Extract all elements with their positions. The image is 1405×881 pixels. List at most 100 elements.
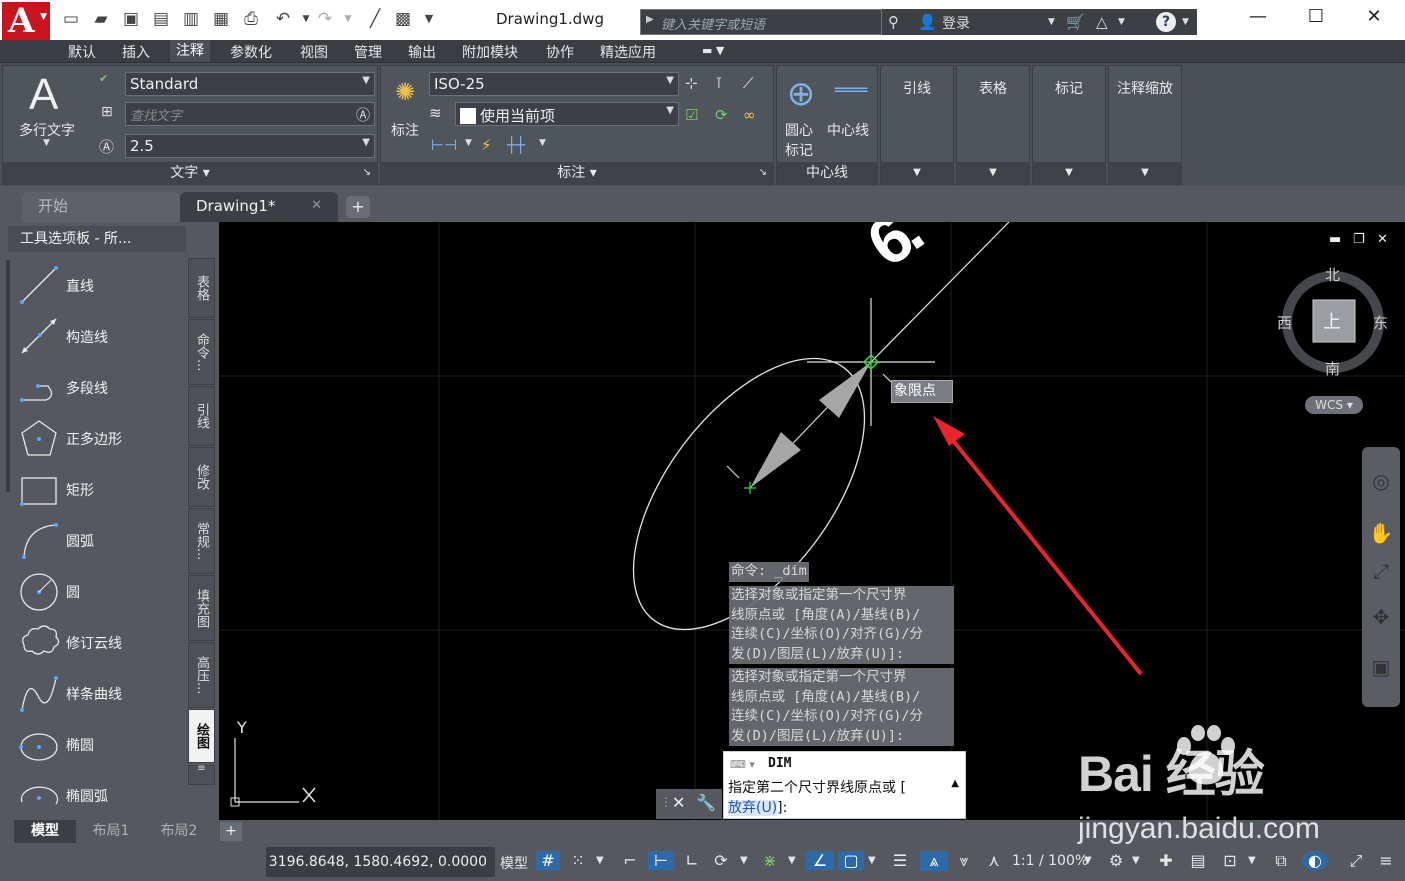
annotation-visibility-icon[interactable]: ⩓ [920,851,948,871]
scale-dropdown-icon[interactable]: ▼ [1084,855,1092,866]
workspace-icon[interactable]: ▩ [392,8,414,30]
palette-tab-hatch[interactable]: 填充图 [188,575,215,641]
model-space-button[interactable]: 模型 [500,853,528,873]
hardware-acceleration-icon[interactable]: ◐ [1302,851,1328,870]
spell-check-icon[interactable]: ✔ [99,72,108,85]
dim-update-icon[interactable]: ⟳ [715,106,728,124]
leader-panel[interactable]: 引线 ▼ [880,65,954,185]
tab-insert[interactable]: 插入 [122,42,150,62]
showmotion-icon[interactable]: ▣ [1368,655,1394,681]
tab-start[interactable]: 开始 [22,192,180,222]
tab-featured-apps[interactable]: 精选应用 [600,42,656,62]
gear-icon[interactable]: ⚙ [1104,851,1128,870]
coordinates-display[interactable]: 3196.8648, 1580.4692, 0.0000 [266,847,495,877]
palette-item-circle[interactable]: 圆 [16,566,186,612]
tab-manage[interactable]: 管理 [354,42,382,62]
minimize-button[interactable]: — [1236,6,1280,32]
save-web-icon[interactable]: ▦ [210,8,232,30]
palette-tab-tables[interactable]: 表格 [188,258,215,318]
new-tab-button[interactable]: + [346,196,370,218]
chevron-up-icon[interactable]: ▲ [951,778,959,789]
mtext-dropdown-icon[interactable]: ▼ [43,138,50,148]
dim-break-icon[interactable]: ⚡ [481,136,492,154]
grip-icon[interactable]: ⋮ [660,795,672,809]
quick-properties-icon[interactable]: ▤ [1186,851,1210,870]
annotation-scaling-panel[interactable]: 注释缩放 ▼ [1108,65,1182,185]
table-panel[interactable]: 表格 ▼ [956,65,1030,185]
dropdown-icon[interactable]: ▼ [539,138,546,148]
viewport-close-icon[interactable]: ✕ [1377,232,1388,247]
binoculars-icon[interactable]: ⚲ [888,13,899,31]
viewport-minimize-icon[interactable]: ▬ [1329,232,1341,247]
zoom-extents-icon[interactable]: ⤢ [1368,559,1394,585]
palette-tab-leaders[interactable]: 引线 [188,386,215,446]
command-icon[interactable]: ⌨ ▾ [730,758,755,771]
search-input[interactable]: ▶ 键入关键字或短语 [640,9,882,35]
object-snap-tracking-icon[interactable]: ∠ [806,851,834,870]
close-icon[interactable]: ✕ [672,793,685,812]
compass-north[interactable]: 北 [1325,264,1340,285]
compass-east[interactable]: 东 [1373,312,1388,333]
find-text-input[interactable]: 查找文字 Ⓐ [125,102,375,126]
ribbon-minimize-icon[interactable]: ▬ ▼ [702,44,724,57]
application-menu-button[interactable]: A ▼ [2,2,50,40]
tab-annotate[interactable]: 注释 [170,40,210,62]
snap-dropdown-icon[interactable]: ▼ [596,855,604,866]
dialog-launcher-icon[interactable]: ↘ [363,162,371,184]
a360-icon[interactable]: △ [1096,13,1108,31]
center-mark-icon[interactable]: ⊕ [781,74,821,114]
search-expand-icon[interactable]: ▶ [646,14,654,25]
centerline-button[interactable]: 中心线 [827,120,869,140]
text-height-select[interactable]: 2.5 ▼ [125,134,375,158]
palette-title[interactable]: 工具选项板 - 所... [8,226,186,252]
ortho-icon[interactable]: ∟ [680,851,704,870]
login-dropdown-icon[interactable]: ▼ [1048,17,1055,27]
isodraft-icon[interactable]: ⋇ [758,851,782,870]
dimension-button[interactable]: 标注 [391,120,419,140]
customize-qat-icon[interactable]: ▼ [418,8,440,30]
palette-item-spline[interactable]: 样条曲线 [16,668,186,714]
tab-collaborate[interactable]: 协作 [546,42,574,62]
palette-item-polyline[interactable]: 多段线 [16,362,186,408]
open-web-icon[interactable]: ▥ [180,8,202,30]
osnap-dropdown-icon[interactable]: ▼ [868,855,876,866]
open-icon[interactable]: ▰ [90,8,112,30]
markup-panel[interactable]: 标记 ▼ [1032,65,1106,185]
compass-west[interactable]: 西 [1277,312,1292,333]
dimension-icon[interactable]: ✺ [387,78,423,106]
palette-item-xline[interactable]: 构造线 [16,311,186,357]
isodraft-dropdown-icon[interactable]: ▼ [788,855,796,866]
palette-item-ellipse[interactable]: 椭圆 [16,719,186,765]
help-dropdown-icon[interactable]: ▼ [1182,17,1189,27]
grid-icon[interactable]: # [536,851,560,870]
dim-inspect-icon[interactable]: ☑ [685,106,698,124]
close-icon[interactable]: ✕ [311,192,322,220]
palette-tab-stack-icon[interactable]: ≡ [188,764,215,785]
plus-icon[interactable]: ✚ [1154,851,1178,870]
wcs-menu[interactable]: WCS ▾ [1305,396,1363,414]
save-icon[interactable]: ▣ [120,8,142,30]
new-icon[interactable]: ▭ [60,8,82,30]
plot-icon[interactable]: ⎙ [240,8,262,30]
user-icon[interactable]: 👤 [918,13,937,31]
close-button[interactable]: ✕ [1352,6,1396,32]
dimension-panel-title[interactable]: 标注 ▾ ↘ [381,162,773,184]
dim-jog-icon[interactable]: ⟋ [743,74,754,92]
palette-tab-hv[interactable]: 高压... [188,642,215,708]
auto-scale-icon[interactable]: ⩔ [952,851,976,871]
compass-south[interactable]: 南 [1325,358,1340,379]
center-mark-button-line1[interactable]: 圆心 [785,120,813,140]
text-style-select[interactable]: Standard ▼ [125,72,375,96]
a360-dropdown-icon[interactable]: ▼ [1118,17,1125,27]
palette-item-line[interactable]: 直线 [16,260,186,306]
tab-view[interactable]: 视图 [300,42,328,62]
viewport-restore-icon[interactable]: ❐ [1353,232,1365,247]
tab-model[interactable]: 模型 [14,820,76,843]
palette-tab-general[interactable]: 常规... [188,508,215,574]
cart-icon[interactable]: 🛒 [1066,13,1085,31]
save-as-icon[interactable]: ▤ [150,8,172,30]
steering-wheel-icon[interactable]: ◎ [1368,469,1394,495]
palette-item-arc[interactable]: 圆弧 [16,515,186,561]
maximize-button[interactable]: ☐ [1294,6,1338,32]
dropdown-icon[interactable]: ▼ [465,138,472,148]
